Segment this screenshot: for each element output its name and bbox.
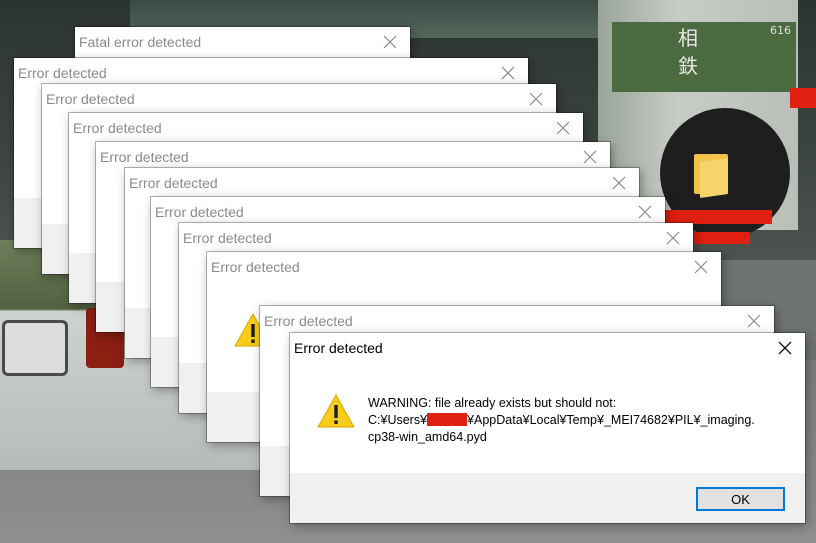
bus-number: 616 (770, 24, 791, 37)
bus-logo-text: 相 鉄 (678, 24, 698, 80)
dialog-title: Error detected (129, 175, 218, 191)
bus-headlight (2, 320, 68, 376)
dialog-title: Fatal error detected (79, 34, 202, 50)
close-icon[interactable] (691, 257, 711, 277)
close-icon[interactable] (498, 63, 518, 83)
dialog-titlebar[interactable]: Error detected (260, 306, 774, 336)
dialog-titlebar[interactable]: Fatal error detected (75, 27, 410, 57)
dialog-title: Error detected (46, 91, 135, 107)
close-icon[interactable] (635, 202, 655, 222)
dialog-titlebar[interactable]: Error detected (179, 223, 693, 253)
dialog-title: Error detected (73, 120, 162, 136)
dialog-title: Error detected (183, 230, 272, 246)
redaction-mark (790, 88, 816, 108)
folder-icon[interactable] (690, 150, 732, 198)
close-icon[interactable] (775, 338, 795, 358)
redaction-mark (694, 232, 750, 244)
message-line-3: cp38-win_amd64.pyd (368, 430, 487, 444)
dialog-titlebar[interactable]: Error detected (42, 84, 556, 114)
ok-button[interactable]: OK (696, 487, 785, 511)
bus-kanji-1: 相 (678, 26, 698, 50)
close-icon[interactable] (553, 118, 573, 138)
active-error-dialog[interactable]: Error detected WARNING: file already exi… (290, 333, 805, 523)
dialog-title: Error detected (211, 259, 300, 275)
dialog-titlebar[interactable]: Error detected (207, 252, 721, 282)
error-message: WARNING: file already exists but should … (368, 395, 755, 446)
dialog-titlebar[interactable]: Error detected (69, 113, 583, 143)
close-icon[interactable] (380, 32, 400, 52)
warning-icon (316, 393, 356, 433)
path-suffix: ¥AppData¥Local¥Temp¥_MEI74682¥PIL¥_imagi… (467, 413, 755, 427)
dialog-title: Error detected (100, 149, 189, 165)
dialog-title: Error detected (155, 204, 244, 220)
close-icon[interactable] (663, 228, 683, 248)
message-line-1: WARNING: file already exists but should … (368, 396, 617, 410)
bus-kanji-2: 鉄 (678, 54, 698, 78)
dialog-footer: OK (290, 473, 805, 523)
redaction-mark (664, 210, 772, 224)
close-icon[interactable] (580, 147, 600, 167)
redacted-username (427, 413, 468, 426)
dialog-title: Error detected (264, 313, 353, 329)
dialog-title: Error detected (294, 340, 383, 356)
dialog-titlebar[interactable]: Error detected (125, 168, 639, 198)
path-prefix: C:¥Users¥ (368, 413, 428, 427)
close-icon[interactable] (744, 311, 764, 331)
close-icon[interactable] (526, 89, 546, 109)
dialog-titlebar[interactable]: Error detected (290, 333, 805, 363)
message-line-2: C:¥Users¥ ¥AppData¥Local¥Temp¥_MEI74682¥P… (368, 412, 755, 429)
dialog-title: Error detected (18, 65, 107, 81)
bus-stripe (612, 22, 796, 92)
close-icon[interactable] (609, 173, 629, 193)
